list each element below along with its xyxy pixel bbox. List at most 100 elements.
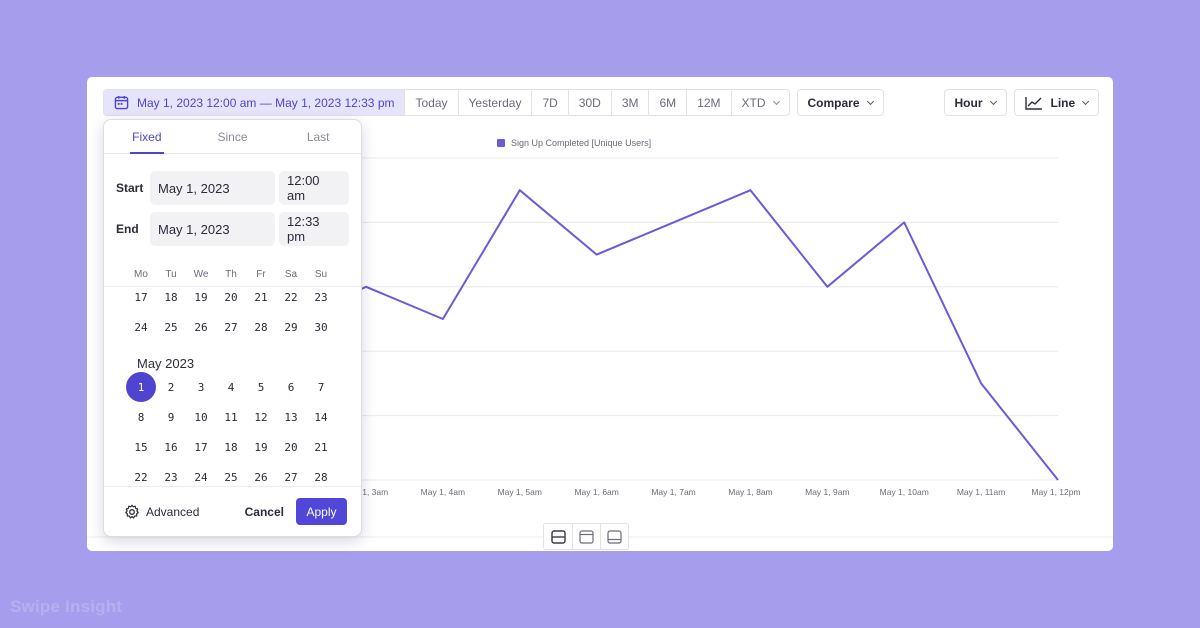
end-time-field[interactable]: 12:33 pm — [279, 212, 349, 246]
weekday-label: Mo — [134, 269, 148, 280]
calendar-day[interactable]: 6 — [276, 372, 306, 402]
calendar-day[interactable]: 9 — [156, 402, 186, 432]
preset-3m[interactable]: 3M — [610, 90, 649, 115]
chart-type-label: Line — [1050, 95, 1076, 110]
calendar-day[interactable]: 29 — [276, 312, 306, 342]
bottom-panel-icon[interactable] — [600, 524, 628, 549]
start-date-field[interactable]: May 1, 2023 — [150, 171, 275, 205]
chevron-down-icon — [1082, 97, 1090, 105]
start-time-field[interactable]: 12:00 am — [279, 171, 349, 205]
calendar-day[interactable]: 4 — [216, 372, 246, 402]
calendar-day[interactable]: 11 — [216, 402, 246, 432]
date-segment: May 1, 2023 12:00 am — May 1, 2023 12:33… — [103, 89, 790, 116]
tab-last[interactable]: Last — [275, 120, 361, 153]
x-tick-label: May 1, 7am — [651, 487, 695, 497]
end-date-field[interactable]: May 1, 2023 — [150, 212, 275, 246]
view-switch — [543, 523, 629, 550]
calendar-day[interactable]: 21 — [306, 432, 336, 462]
preset-30d[interactable]: 30D — [567, 90, 611, 115]
weekday-label: Fr — [256, 269, 266, 280]
calendar-day[interactable]: 16 — [156, 432, 186, 462]
calendar-week-row: 15 16 17 18 19 20 21 — [126, 432, 336, 462]
x-tick-label: May 1, 4am — [421, 487, 465, 497]
line-chart-icon — [1024, 96, 1042, 110]
weekday-label: Sa — [284, 269, 298, 280]
calendar-day[interactable]: 20 — [216, 282, 246, 312]
watermark-text: Swipe Insight — [10, 597, 123, 616]
end-label: End — [116, 222, 139, 236]
interval-label: Hour — [954, 95, 983, 110]
calendar-day[interactable]: 18 — [156, 282, 186, 312]
calendar-day[interactable]: 8 — [126, 402, 156, 432]
calendar-day[interactable]: 21 — [246, 282, 276, 312]
x-tick-label: May 1, 5am — [498, 487, 542, 497]
date-range-button[interactable]: May 1, 2023 12:00 am — May 1, 2023 12:33… — [104, 90, 405, 115]
calendar-day[interactable]: 15 — [126, 432, 156, 462]
preset-today[interactable]: Today — [404, 90, 457, 115]
weekday-label: Su — [314, 269, 328, 280]
x-tick-label: May 1, 9am — [805, 487, 849, 497]
apply-button[interactable]: Apply — [296, 498, 347, 525]
calendar-day[interactable]: 13 — [276, 402, 306, 432]
start-label: Start — [116, 181, 144, 195]
calendar-day[interactable]: 18 — [216, 432, 246, 462]
weekday-label: Th — [225, 269, 237, 280]
advanced-label: Advanced — [146, 504, 200, 519]
calendar-day[interactable]: 3 — [186, 372, 216, 402]
calendar-day[interactable]: 24 — [126, 312, 156, 342]
interval-button[interactable]: Hour — [943, 89, 1007, 116]
calendar-day[interactable]: 17 — [126, 282, 156, 312]
chart-type-button[interactable]: Line — [1013, 89, 1100, 116]
x-tick-label: May 1, 8am — [728, 487, 772, 497]
tab-fixed[interactable]: Fixed — [104, 120, 190, 154]
calendar-week-row: 24 25 26 27 28 29 30 — [126, 312, 336, 342]
calendar-day-selected[interactable]: 1 — [126, 372, 156, 402]
calendar-day[interactable]: 19 — [246, 432, 276, 462]
calendar-day[interactable]: 25 — [156, 312, 186, 342]
preset-12m[interactable]: 12M — [686, 90, 730, 115]
chevron-down-icon — [772, 97, 780, 105]
calendar-week-row: 1 2 3 4 5 6 7 — [126, 372, 336, 402]
split-view-icon[interactable] — [544, 524, 572, 549]
calendar-day[interactable]: 28 — [246, 312, 276, 342]
x-tick-label: May 1, 10am — [880, 487, 929, 497]
compare-label: Compare — [807, 95, 860, 110]
gear-icon — [125, 504, 139, 518]
calendar-day[interactable]: 19 — [186, 282, 216, 312]
calendar-day[interactable]: 23 — [306, 282, 336, 312]
start-row: Start May 1, 2023 12:00 am — [116, 171, 349, 205]
preset-yesterday[interactable]: Yesterday — [457, 90, 532, 115]
x-tick-label: May 1, 12pm — [1031, 487, 1080, 497]
calendar-day[interactable]: 17 — [186, 432, 216, 462]
x-tick-label: May 1, 6am — [574, 487, 618, 497]
legend-label: Sign Up Completed [Unique Users] — [511, 138, 652, 148]
date-picker-tabs: Fixed Since Last — [104, 120, 361, 154]
date-range-label: May 1, 2023 12:00 am — May 1, 2023 12:33… — [137, 95, 395, 110]
weekday-label: We — [193, 269, 209, 280]
chart-legend[interactable]: Sign Up Completed [Unique Users] — [497, 138, 651, 148]
toolbar: May 1, 2023 12:00 am — May 1, 2023 12:33… — [103, 89, 1100, 116]
calendar-day[interactable]: 20 — [276, 432, 306, 462]
calendar-day[interactable]: 26 — [186, 312, 216, 342]
chevron-down-icon — [989, 97, 997, 105]
series-line[interactable] — [325, 189, 1059, 481]
tab-since[interactable]: Since — [190, 120, 276, 153]
preset-6m[interactable]: 6M — [648, 90, 686, 115]
calendar-day[interactable]: 2 — [156, 372, 186, 402]
calendar-day[interactable]: 7 — [306, 372, 336, 402]
top-panel-icon[interactable] — [572, 524, 600, 549]
compare-button[interactable]: Compare — [796, 89, 884, 116]
calendar-day[interactable]: 10 — [186, 402, 216, 432]
calendar-day[interactable]: 30 — [306, 312, 336, 342]
advanced-button[interactable]: Advanced — [124, 504, 199, 520]
calendar-week-row: 8 9 10 11 12 13 14 — [126, 402, 336, 432]
cancel-button[interactable]: Cancel — [245, 505, 284, 519]
calendar-day[interactable]: 22 — [276, 282, 306, 312]
calendar-day[interactable]: 5 — [246, 372, 276, 402]
preset-7d[interactable]: 7D — [531, 90, 567, 115]
calendar-day[interactable]: 14 — [306, 402, 336, 432]
calendar-day[interactable]: 12 — [246, 402, 276, 432]
calendar-day[interactable]: 27 — [216, 312, 246, 342]
weekday-header: Mo Tu We Th Fr Sa Su — [126, 269, 336, 280]
preset-xtd[interactable]: XTD — [730, 90, 789, 115]
